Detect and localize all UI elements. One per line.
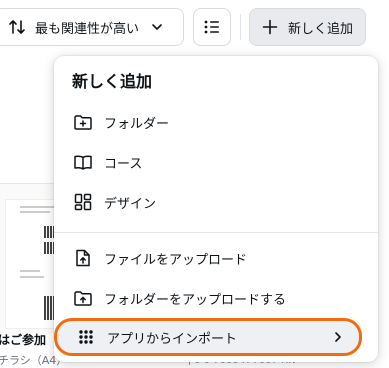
menu-item-upload-file[interactable]: ファイルをアップロード (54, 240, 378, 276)
add-new-label: 新しく追加 (288, 21, 354, 37)
book-icon (74, 155, 92, 170)
menu-item-design[interactable]: デザイン (54, 184, 378, 220)
design-card-title[interactable]: はご参加 (0, 331, 46, 348)
menu-item-course[interactable]: コース (54, 144, 378, 180)
grid-icon (74, 193, 92, 211)
menu-divider (54, 232, 378, 233)
menu-item-label: アプリからインポート (107, 331, 238, 347)
folder-plus-icon (74, 115, 92, 130)
list-view-button[interactable] (193, 8, 231, 46)
plus-icon (262, 19, 278, 35)
chevron-down-icon (152, 24, 162, 30)
list-view-icon (204, 20, 219, 34)
add-new-button[interactable]: 新しく追加 (249, 8, 366, 46)
sort-label: 最も関連性が高い (35, 21, 140, 37)
menu-item-label: フォルダー (104, 116, 170, 132)
add-new-menu: 新しく追加 フォルダー コース デザイン ファイルをアップロード フォルダーをア… (54, 56, 378, 362)
menu-item-label: フォルダーをアップロードする (104, 292, 287, 308)
menu-item-label: コース (104, 156, 143, 172)
toolbar-divider (240, 14, 241, 40)
chevron-right-icon (335, 332, 341, 342)
folder-upload-icon (74, 291, 92, 306)
menu-title: 新しく追加 (72, 72, 153, 91)
sort-arrows-icon (9, 20, 25, 34)
toolbar: 最も関連性が高い 新しく追加 (0, 6, 389, 50)
menu-item-label: ファイルをアップロード (104, 252, 248, 268)
menu-item-folder[interactable]: フォルダー (54, 104, 378, 140)
file-upload-icon (76, 249, 90, 267)
menu-item-import-from-apps[interactable]: アプリからインポート (54, 318, 362, 356)
sort-dropdown[interactable]: 最も関連性が高い (0, 8, 184, 46)
menu-item-upload-folder[interactable]: フォルダーをアップロードする (54, 280, 378, 316)
menu-item-label: デザイン (104, 196, 157, 212)
apps-grid-icon (79, 330, 93, 344)
